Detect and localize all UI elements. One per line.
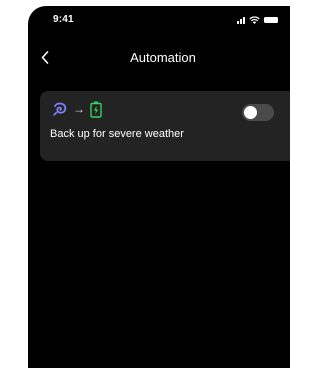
wifi-icon [249,16,260,24]
status-bar: 9:41 [28,6,290,34]
arrow-icon: → [73,102,85,116]
page-title: Automation [130,50,196,65]
toggle-knob [244,106,257,119]
rule-icons: → [52,100,102,118]
status-time: 9:41 [53,14,74,25]
storm-icon [53,102,67,116]
rule-label: Back up for severe weather [50,128,184,140]
signal-icon [237,16,245,24]
status-icons [237,14,278,26]
nav-bar: Automation [28,44,290,72]
phone-screen: 9:41 Automation → Back up for severe wea… [28,6,290,368]
battery-charging-icon [90,101,102,118]
rule-toggle[interactable] [242,104,274,121]
automation-rule-card[interactable]: → Back up for severe weather [40,91,290,161]
battery-icon [264,17,278,23]
